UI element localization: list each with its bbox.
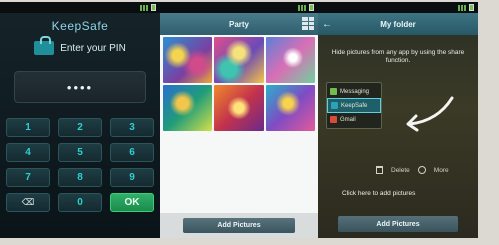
key-4[interactable]: 4 [6,143,50,162]
photo-thumbnail[interactable] [214,85,264,131]
gallery-screen: Party Add Pictures [160,2,318,238]
action-row: Delete More [376,166,449,174]
photo-thumbnail[interactable] [265,37,315,83]
curved-arrow-icon [406,96,454,132]
add-pictures-button[interactable]: Add Pictures [338,216,458,232]
key-9[interactable]: 9 [110,168,154,187]
share-menu: Messaging KeepSafe Gmail [326,82,382,129]
key-5[interactable]: 5 [58,143,102,162]
pin-input[interactable]: •••• [14,71,146,103]
key-2[interactable]: 2 [58,118,102,137]
share-option-keepsafe[interactable]: KeepSafe [327,98,381,113]
more-button[interactable]: More [434,167,449,174]
status-bar [0,2,160,13]
delete-button[interactable]: Delete [391,167,410,174]
backspace-key[interactable]: ⌫ [6,193,50,212]
lock-icon [34,36,55,55]
battery-icon [469,4,474,11]
key-7[interactable]: 7 [6,168,50,187]
battery-icon [151,4,156,11]
key-6[interactable]: 6 [110,143,154,162]
trash-icon[interactable] [376,166,383,174]
gallery-header: Party [160,13,318,35]
share-option-gmail[interactable]: Gmail [327,113,381,126]
battery-icon [309,4,314,11]
signal-icon [298,4,306,11]
info-text: Hide pictures from any app by using the … [331,49,465,64]
photo-thumbnail[interactable] [163,37,213,83]
folder-title: My folder [380,19,416,29]
more-icon[interactable] [417,166,426,174]
signal-icon [458,4,466,11]
pin-prompt: Enter your PIN [60,42,126,54]
numeric-keypad: 1 2 3 4 5 6 7 8 9 ⌫ 0 OK [6,118,154,212]
share-option-messaging[interactable]: Messaging [327,85,381,98]
share-option-label: Messaging [340,88,370,95]
gmail-icon [330,116,337,123]
grid-menu-icon[interactable] [302,17,314,30]
back-arrow-icon[interactable]: ← [318,19,336,30]
key-1[interactable]: 1 [6,118,50,137]
photo-grid [160,35,318,133]
pin-prompt-row: Enter your PIN [0,36,160,55]
ok-button[interactable]: OK [110,193,154,212]
messaging-icon [330,88,337,95]
status-bar [160,2,318,13]
folder-screen: ← My folder Hide pictures from any app b… [318,2,478,238]
key-8[interactable]: 8 [58,168,102,187]
key-0[interactable]: 0 [58,193,102,212]
add-hint[interactable]: Click here to add pictures [342,190,415,198]
app-logo-text: KeepSafe [51,19,109,33]
folder-header: ← My folder [318,13,478,35]
signal-icon [140,4,148,11]
pin-screen: KeepSafe Enter your PIN •••• 1 2 3 4 5 6… [0,2,160,238]
photo-thumbnail[interactable] [214,37,264,83]
photo-thumbnail[interactable] [265,85,315,131]
add-pictures-button[interactable]: Add Pictures [183,218,295,233]
photo-thumbnail[interactable] [163,85,213,131]
share-option-label: KeepSafe [341,102,368,109]
share-option-label: Gmail [340,116,356,123]
bottom-bar: Add Pictures [160,213,318,238]
status-bar [318,2,478,13]
gallery-title: Party [228,19,249,29]
keepsafe-icon [331,102,338,109]
key-3[interactable]: 3 [110,118,154,137]
